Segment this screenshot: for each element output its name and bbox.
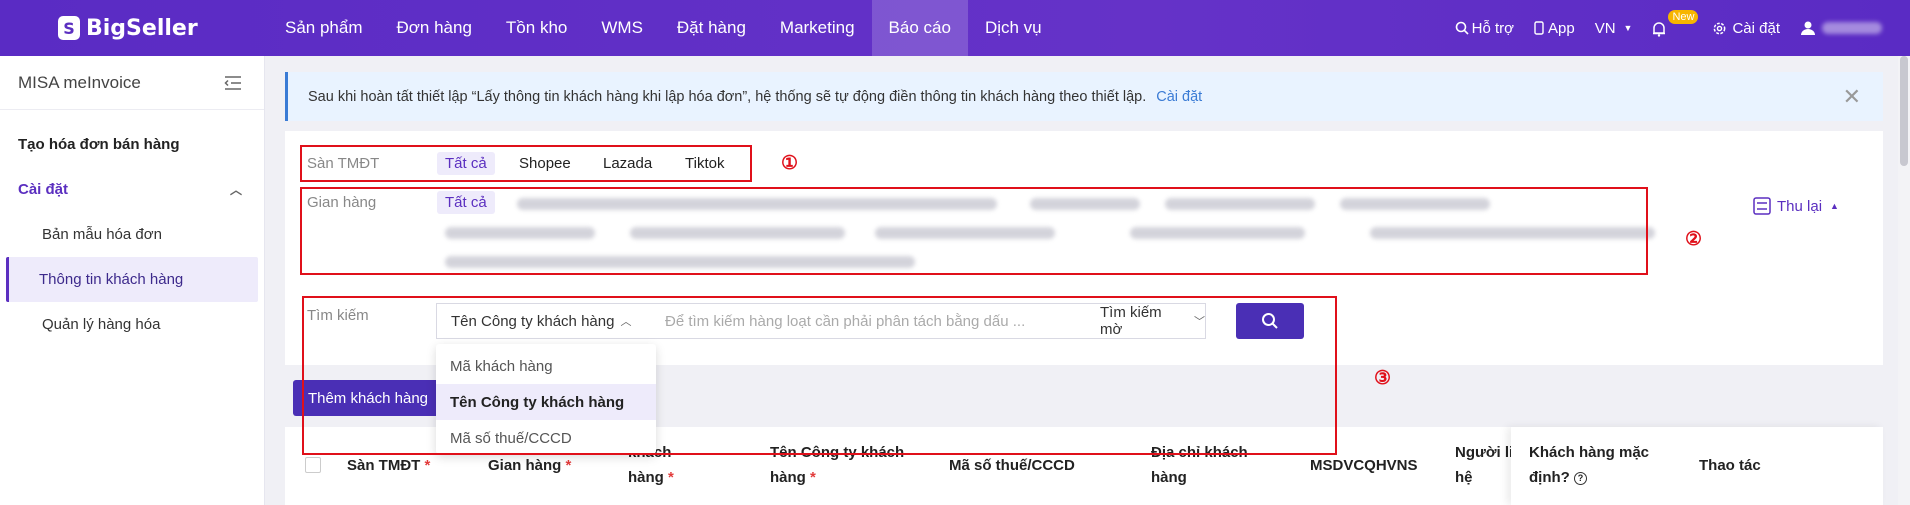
sidebar-group-label: Cài đặt [18,181,69,198]
th-company-line2: hàng [770,469,806,486]
th-address-line2: hàng [1151,469,1187,486]
notifications[interactable]: New [1652,0,1699,56]
search-icon [1455,21,1469,35]
bigseller-logo[interactable]: S BigSeller [58,16,268,41]
th-tax-id: Mã số thuế/CCCD [949,457,1075,474]
language-select[interactable]: VN ▼ [1595,20,1633,37]
th-msdvcqhvns: MSDVCQHVNS [1310,457,1418,474]
annotation-number-2: ② [1685,229,1703,250]
language-label: VN [1594,19,1616,37]
user-icon [1801,21,1815,35]
nav-wms[interactable]: WMS [584,0,660,56]
brand-name: BigSeller [86,15,198,41]
annotation-number-1: ① [781,153,799,174]
nav-marketing[interactable]: Marketing [763,0,872,56]
chevron-up-icon: ︿ [229,183,242,197]
close-icon[interactable]: ✕ [1843,84,1861,110]
th-store-label: Gian hàng [488,457,562,474]
nav-right-tools: Hỗ trợ App VN ▼ New Cài đặt [1455,0,1910,56]
settings-label: Cài đặt [1732,19,1780,37]
main-menu: Sản phẩm Đơn hàng Tồn kho WMS Đặt hàng M… [268,0,1059,56]
user-name-redacted [1822,22,1882,34]
sidebar-title: MISA meInvoice [18,72,141,92]
select-all-checkbox[interactable] [305,457,321,473]
annotation-box-3 [302,296,1337,455]
collapse-label: Thu lại [1777,197,1823,215]
annotation-box-2 [300,187,1648,275]
th-store: Gian hàng * [488,453,571,478]
th-contact: Người liên hệ [1455,440,1511,490]
sidebar-group-settings[interactable]: Cài đặt ︿ [0,167,264,212]
caret-up-icon: ▲ [1830,201,1839,211]
filter-list-icon [1753,197,1771,215]
page-scrollbar[interactable] [1898,56,1910,505]
th-default-line1: Khách hàng mặc [1529,444,1650,461]
nav-reports[interactable]: Báo cáo [871,0,968,56]
info-alert: Sau khi hoàn tất thiết lập “Lấy thông ti… [285,72,1883,121]
gear-icon [1714,22,1726,34]
bell-icon [1653,22,1666,37]
annotation-number-3: ③ [1374,368,1392,389]
th-contact-line1: Người liên [1455,444,1511,461]
nav-services[interactable]: Dịch vụ [968,0,1059,56]
th-customer-code-line2: hàng [628,469,664,486]
alert-text: Sau khi hoàn tất thiết lập “Lấy thông ti… [308,88,1147,105]
required-mark: * [668,469,674,486]
nav-purchase[interactable]: Đặt hàng [660,0,763,56]
nav-orders[interactable]: Đơn hàng [380,0,489,56]
th-platform: Sàn TMĐT * [347,453,430,478]
alert-settings-link[interactable]: Cài đặt [1156,89,1202,105]
caret-down-icon: ▼ [1623,23,1633,33]
sidebar: MISA meInvoice Tạo hóa đơn bán hàng Cài … [0,56,265,505]
th-default-line2: định? [1529,469,1570,486]
new-badge: New [1668,10,1699,24]
required-mark: * [424,457,431,474]
sidebar-item-goods-management[interactable]: Quản lý hàng hóa [6,302,258,347]
help-link[interactable]: Hỗ trợ [1455,20,1514,37]
collapse-menu-icon[interactable] [224,75,242,91]
annotation-box-1 [300,145,752,182]
sidebar-item-create-invoice[interactable]: Tạo hóa đơn bán hàng [0,122,264,167]
required-mark: * [565,457,572,474]
fixed-columns: Khách hàng mặc định? ? Thao tác [1511,427,1883,505]
app-link[interactable]: App [1534,20,1575,37]
help-label: Hỗ trợ [1471,19,1514,37]
bigseller-logo-icon: S [58,16,80,40]
app-label: App [1548,19,1575,37]
required-mark: * [810,469,816,486]
th-default-customer: Khách hàng mặc định? ? [1529,440,1649,490]
sidebar-item-invoice-templates[interactable]: Bản mẫu hóa đơn [6,212,258,257]
th-contact-line2: hệ [1455,469,1473,486]
collapse-toggle[interactable]: Thu lại ▲ [1753,197,1839,215]
settings-link[interactable]: Cài đặt [1712,20,1780,37]
nav-products[interactable]: Sản phẩm [268,0,380,56]
nav-inventory[interactable]: Tồn kho [489,0,584,56]
scrollbar-thumb[interactable] [1900,56,1908,166]
phone-icon [1534,21,1544,35]
user-menu[interactable] [1800,20,1882,36]
sidebar-item-customer-info[interactable]: Thông tin khách hàng [6,257,258,302]
question-circle-icon[interactable]: ? [1574,471,1587,485]
sidebar-header: MISA meInvoice [0,56,264,110]
th-actions: Thao tác [1699,457,1761,474]
top-navbar: S BigSeller Sản phẩm Đơn hàng Tồn kho WM… [0,0,1910,56]
th-platform-label: Sàn TMĐT [347,457,421,474]
